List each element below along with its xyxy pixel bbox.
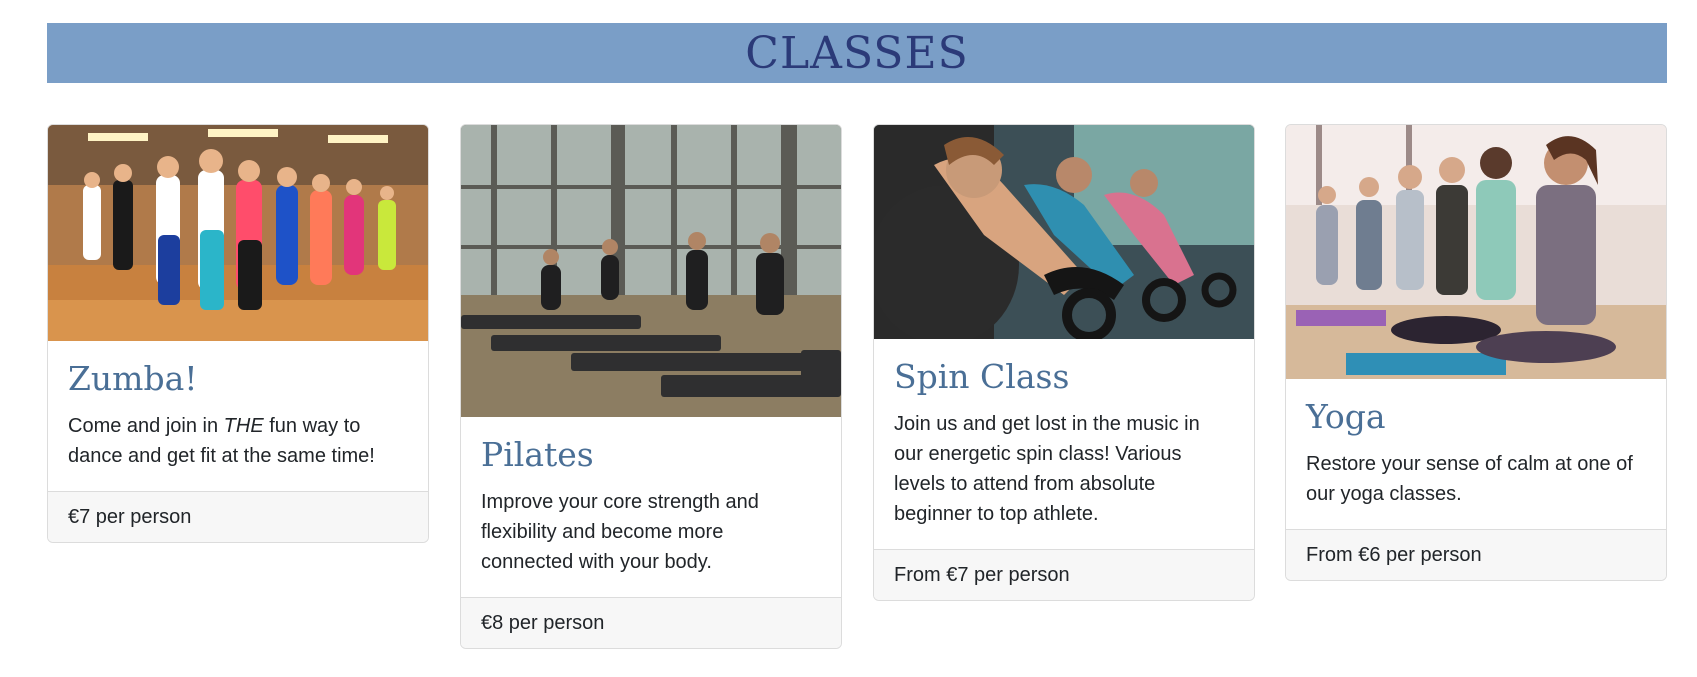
yoga-card-price: From €6 per person: [1286, 528, 1666, 580]
spin-class-image: [874, 125, 1254, 339]
yoga-class-image: [1286, 125, 1666, 379]
spin-card-price: From €7 per person: [874, 548, 1254, 600]
zumba-card-title: Zumba!: [68, 359, 198, 398]
pilates-card-description: Improve your core strength and flexibili…: [481, 490, 759, 573]
yoga-card-title: Yoga: [1306, 397, 1386, 436]
yoga-card-description: Restore your sense of calm at one of our…: [1306, 452, 1633, 505]
page-title: CLASSES: [745, 27, 969, 79]
pilates-card-price: €8 per person: [461, 596, 841, 648]
zumba-card-price: €7 per person: [48, 490, 428, 542]
zumba-class-image: [48, 125, 428, 341]
class-card-pilates: Pilates Improve your core strength and f…: [460, 124, 842, 649]
class-card-spin: Spin Class Join us and get lost in the m…: [873, 124, 1255, 601]
zumba-card-description: Come and join in THE fun way to dance an…: [68, 414, 375, 467]
spin-card-title: Spin Class: [894, 357, 1070, 396]
pilates-card-title: Pilates: [481, 435, 594, 474]
class-card-zumba: Zumba! Come and join in THE fun way to d…: [47, 124, 429, 543]
classes-banner: CLASSES: [47, 23, 1667, 83]
pilates-class-image: [461, 125, 841, 417]
spin-card-description: Join us and get lost in the music in our…: [894, 412, 1200, 525]
class-card-yoga: Yoga Restore your sense of calm at one o…: [1285, 124, 1667, 581]
